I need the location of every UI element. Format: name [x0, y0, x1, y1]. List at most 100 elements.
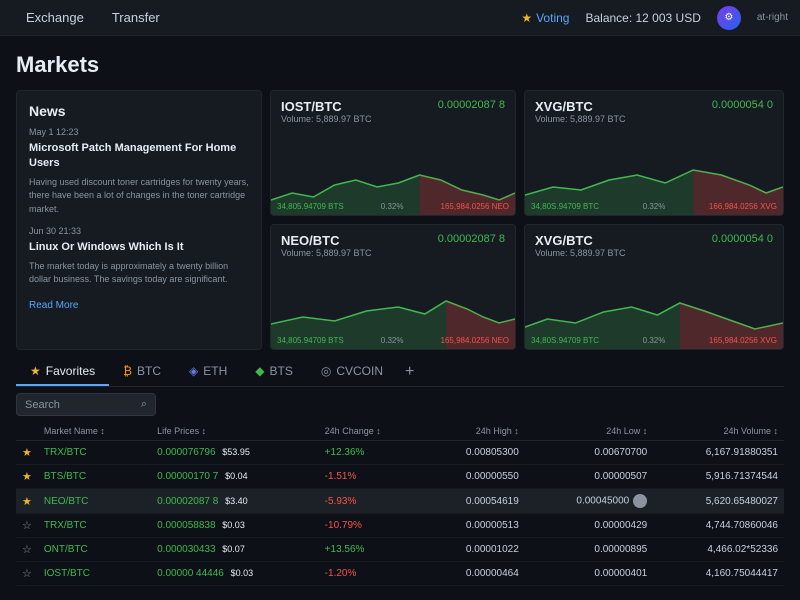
cell-volume: 5,620.65480027 — [653, 489, 784, 514]
star-toggle[interactable]: ★ — [16, 441, 38, 465]
user-avatar[interactable]: ⚙ — [717, 6, 741, 30]
cell-pair: IOST/BTC — [38, 562, 151, 586]
col-24h-low[interactable]: 24h Low ↕ — [525, 422, 653, 441]
star-empty-icon: ☆ — [22, 544, 32, 556]
table-row: ★ NEO/BTC 0.00002087 8 $3.40 -5.93% 0.00… — [16, 489, 784, 514]
cell-price: 0.000058838 $0.03 — [151, 514, 319, 538]
news-card: News May 1 12:23 Microsoft Patch Managem… — [16, 90, 262, 350]
news-title-2: Linux Or Windows Which Is It — [29, 240, 249, 255]
sparkline: 34,80S.94709 BTC 0.32% 165,984.0256 XVG — [525, 279, 783, 349]
star-toggle[interactable]: ☆ — [16, 562, 38, 586]
market-pair-label: IOST/BTC — [281, 99, 372, 114]
change-value: -1.51% — [325, 471, 357, 482]
search-icon: ⌕ — [141, 398, 147, 411]
star-toggle[interactable]: ★ — [16, 465, 38, 489]
cvcoin-icon: ◎ — [321, 364, 331, 378]
spark-pct: 0.32% — [643, 336, 666, 345]
spark-label-right: 165,984.0256 XVG — [709, 336, 777, 345]
cell-pair: TRX/BTC — [38, 514, 151, 538]
search-bar[interactable]: ⌕ — [16, 393, 156, 416]
tab-eth[interactable]: ◈ ETH — [175, 358, 241, 386]
col-24h-change[interactable]: 24h Change ↕ — [319, 422, 425, 441]
exchange-button[interactable]: Exchange — [12, 0, 98, 36]
star-toggle[interactable]: ☆ — [16, 538, 38, 562]
markets-grid: IOST/BTC Volume: 5,889.97 BTC 0.00002087… — [16, 90, 784, 350]
price-usd: $0.03 — [231, 568, 254, 578]
cell-change: -1.51% — [319, 465, 425, 489]
top-navigation: Exchange Transfer ★ Voting Balance: 12 0… — [0, 0, 800, 36]
news-article-2: Jun 30 21:33 Linux Or Windows Which Is I… — [29, 226, 249, 286]
pair-label: TRX/BTC — [44, 520, 87, 531]
cell-low: 0.00000507 — [525, 465, 653, 489]
spark-pct: 0.32% — [643, 202, 666, 211]
star-toggle[interactable]: ★ — [16, 489, 38, 514]
pair-label: ONT/BTC — [44, 544, 88, 555]
cell-high: 0.00805300 — [424, 441, 525, 465]
cell-volume: 4,744.70860046 — [653, 514, 784, 538]
news-title-1: Microsoft Patch Management For Home User… — [29, 141, 249, 172]
table-row: ★ TRX/BTC 0.000076796 $53.95 +12.36% 0.0… — [16, 441, 784, 465]
tab-btc[interactable]: ₿ BTC — [109, 358, 175, 386]
change-value: -5.93% — [325, 496, 357, 507]
price-crypto: 0.000076796 — [157, 447, 215, 458]
cell-pair: BTS/BTC — [38, 465, 151, 489]
main-content: Markets IOST/BTC Volume: 5,889.97 BTC 0.… — [0, 36, 800, 600]
username-label: at-right — [757, 12, 788, 23]
price-usd: $0.04 — [225, 471, 248, 481]
price-usd: $53.95 — [222, 447, 250, 457]
market-card-xvg-btc-1[interactable]: XVG/BTC Volume: 5,889.97 BTC 0.0000054 0… — [524, 90, 784, 216]
market-volume: Volume: 5,889.97 BTC — [535, 114, 626, 124]
star-icon: ★ — [521, 11, 532, 25]
cell-change: +12.36% — [319, 441, 425, 465]
market-card-xvg-btc-2[interactable]: XVG/BTC Volume: 5,889.97 BTC 0.0000054 0… — [524, 224, 784, 350]
col-24h-high[interactable]: 24h High ↕ — [424, 422, 525, 441]
nav-left: Exchange Transfer — [12, 0, 174, 36]
bts-icon: ◆ — [255, 364, 264, 378]
cell-low: 0.00000401 — [525, 562, 653, 586]
col-star — [16, 422, 38, 441]
col-market-name[interactable]: Market Name ↕ — [38, 422, 151, 441]
avatar-icon: ⚙ — [724, 12, 733, 23]
spark-pct: 0.32% — [381, 336, 404, 345]
cell-pair: NEO/BTC — [38, 489, 151, 514]
cell-pair: ONT/BTC — [38, 538, 151, 562]
market-card-iost-btc[interactable]: IOST/BTC Volume: 5,889.97 BTC 0.00002087… — [270, 90, 516, 216]
cell-change: +13.56% — [319, 538, 425, 562]
price-crypto: 0.00000 44446 — [157, 568, 224, 579]
add-tab-button[interactable]: + — [397, 359, 422, 385]
price-crypto: 0.00002087 8 — [157, 496, 218, 507]
market-table-section: ⌕ Market Name ↕ Life Prices ↕ 24h Change… — [16, 393, 784, 586]
cell-change: -5.93% — [319, 489, 425, 514]
news-date-2: Jun 30 21:33 — [29, 226, 249, 236]
cell-high: 0.00000464 — [424, 562, 525, 586]
star-toggle[interactable]: ☆ — [16, 514, 38, 538]
table-row: ☆ IOST/BTC 0.00000 44446 $0.03 -1.20% 0.… — [16, 562, 784, 586]
spark-label-left: 34,805.94709 BTS — [277, 336, 344, 345]
price-usd: $0.07 — [222, 544, 245, 554]
search-input[interactable] — [25, 399, 141, 411]
transfer-button[interactable]: Transfer — [98, 0, 174, 36]
cell-price: 0.00000170 7 $0.04 — [151, 465, 319, 489]
market-card-neo-btc[interactable]: NEO/BTC Volume: 5,889.97 BTC 0.00002087 … — [270, 224, 516, 350]
col-life-prices[interactable]: Life Prices ↕ — [151, 422, 319, 441]
tab-favorites[interactable]: ★ Favorites — [16, 358, 109, 386]
cell-high: 0.00000513 — [424, 514, 525, 538]
change-value: -10.79% — [325, 520, 362, 531]
voting-button[interactable]: ★ Voting — [521, 11, 569, 25]
market-volume: Volume: 5,889.97 BTC — [281, 114, 372, 124]
read-more-link[interactable]: Read More — [29, 300, 78, 311]
col-24h-volume[interactable]: 24h Volume ↕ — [653, 422, 784, 441]
market-pair-label: NEO/BTC — [281, 233, 372, 248]
news-article-1: May 1 12:23 Microsoft Patch Management F… — [29, 127, 249, 216]
spark-label-right: 166,984.0256 XVG — [709, 202, 777, 211]
price-crypto: 0.000030433 — [157, 544, 215, 555]
price-usd: $0.03 — [222, 520, 245, 530]
market-table: Market Name ↕ Life Prices ↕ 24h Change ↕… — [16, 422, 784, 586]
news-body-1: Having used discount toner cartridges fo… — [29, 176, 249, 217]
tab-cvcoin[interactable]: ◎ CVCOIN — [307, 358, 397, 386]
cell-price: 0.000030433 $0.07 — [151, 538, 319, 562]
spark-pct: 0.32% — [381, 202, 404, 211]
tab-bts[interactable]: ◆ BTS — [241, 358, 307, 386]
btc-tab-label: BTC — [137, 364, 161, 378]
pair-label: TRX/BTC — [44, 447, 87, 458]
